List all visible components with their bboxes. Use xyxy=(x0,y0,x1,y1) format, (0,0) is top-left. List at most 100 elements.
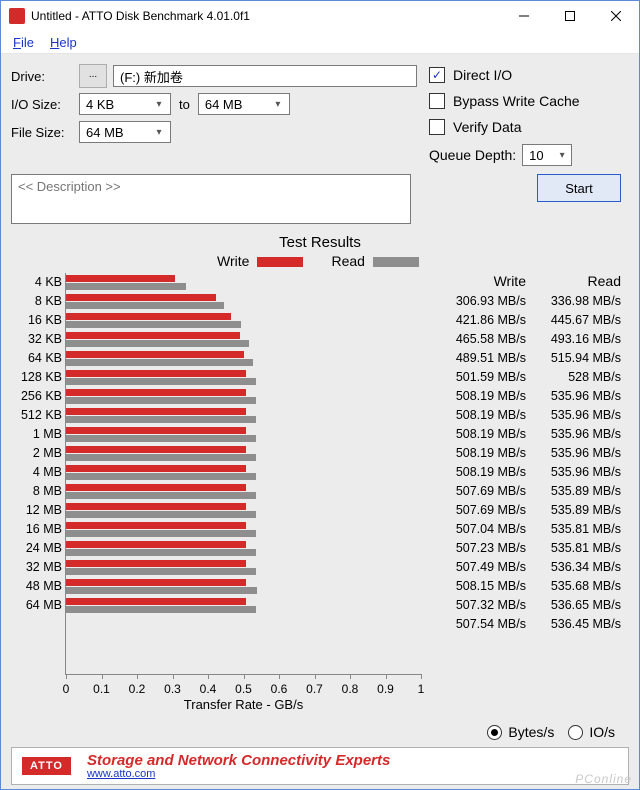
read-bar xyxy=(66,321,241,328)
queue-depth-combo[interactable]: 10 ▾ xyxy=(522,144,572,166)
value-row: 507.69 MB/s535.89 MB/s xyxy=(431,500,621,519)
read-value: 535.96 MB/s xyxy=(526,408,621,422)
write-value: 507.69 MB/s xyxy=(431,503,526,517)
description-input[interactable] xyxy=(11,174,411,224)
value-row: 507.49 MB/s536.34 MB/s xyxy=(431,557,621,576)
read-value: 445.67 MB/s xyxy=(526,313,621,327)
value-row: 489.51 MB/s515.94 MB/s xyxy=(431,348,621,367)
chart-row: 32 MB xyxy=(66,558,421,577)
x-tick-label: 0.1 xyxy=(90,682,114,696)
checkbox-icon xyxy=(429,119,445,135)
read-value: 493.16 MB/s xyxy=(526,332,621,346)
write-bar xyxy=(66,522,246,529)
brand-banner[interactable]: ATTO Storage and Network Connectivity Ex… xyxy=(11,747,629,785)
units-bytes-radio[interactable]: Bytes/s xyxy=(487,724,554,740)
x-tick-label: 0.2 xyxy=(125,682,149,696)
write-value: 465.58 MB/s xyxy=(431,332,526,346)
value-row: 507.32 MB/s536.65 MB/s xyxy=(431,595,621,614)
chevron-down-icon: ▾ xyxy=(152,127,166,138)
value-row: 501.59 MB/s528 MB/s xyxy=(431,367,621,386)
write-value: 508.19 MB/s xyxy=(431,465,526,479)
read-value: 535.81 MB/s xyxy=(526,541,621,555)
col-header-read: Read xyxy=(526,273,621,289)
value-row: 465.58 MB/s493.16 MB/s xyxy=(431,329,621,348)
write-value: 507.32 MB/s xyxy=(431,598,526,612)
write-bar xyxy=(66,465,246,472)
chart-row-label: 16 KB xyxy=(14,311,62,330)
iosize-to-combo[interactable]: 64 MB ▾ xyxy=(198,93,290,115)
start-button[interactable]: Start xyxy=(537,174,621,202)
write-bar xyxy=(66,275,175,282)
read-bar xyxy=(66,492,256,499)
value-row: 306.93 MB/s336.98 MB/s xyxy=(431,291,621,310)
read-bar xyxy=(66,454,256,461)
read-bar xyxy=(66,283,186,290)
read-bar xyxy=(66,397,256,404)
read-bar xyxy=(66,435,256,442)
chart-row: 16 MB xyxy=(66,520,421,539)
chart-row-label: 16 MB xyxy=(14,520,62,539)
close-button[interactable] xyxy=(593,1,639,31)
read-value: 535.96 MB/s xyxy=(526,389,621,403)
write-value: 507.23 MB/s xyxy=(431,541,526,555)
write-bar xyxy=(66,446,246,453)
read-value: 536.34 MB/s xyxy=(526,560,621,574)
value-row: 507.23 MB/s535.81 MB/s xyxy=(431,538,621,557)
chart-row: 4 MB xyxy=(66,463,421,482)
write-bar xyxy=(66,351,244,358)
read-bar xyxy=(66,378,256,385)
chart-row-label: 256 KB xyxy=(14,387,62,406)
chart-row-label: 8 MB xyxy=(14,482,62,501)
chart-row: 12 MB xyxy=(66,501,421,520)
read-value: 535.96 MB/s xyxy=(526,427,621,441)
read-bar xyxy=(66,359,253,366)
chart-row: 8 KB xyxy=(66,292,421,311)
iosize-label: I/O Size: xyxy=(11,97,79,112)
browse-button[interactable]: ... xyxy=(79,64,107,88)
minimize-button[interactable] xyxy=(501,1,547,31)
write-bar xyxy=(66,313,231,320)
value-row: 507.04 MB/s535.81 MB/s xyxy=(431,519,621,538)
value-row: 508.19 MB/s535.96 MB/s xyxy=(431,424,621,443)
menu-file[interactable]: File xyxy=(5,33,42,52)
write-bar xyxy=(66,579,246,586)
write-value: 507.49 MB/s xyxy=(431,560,526,574)
watermark: PConline xyxy=(575,772,632,786)
bypass-checkbox[interactable]: Bypass Write Cache xyxy=(429,88,629,114)
write-value: 508.15 MB/s xyxy=(431,579,526,593)
chart-row-label: 12 MB xyxy=(14,501,62,520)
read-value: 535.89 MB/s xyxy=(526,503,621,517)
window-title: Untitled - ATTO Disk Benchmark 4.01.0f1 xyxy=(31,9,250,23)
chart-row-label: 1 MB xyxy=(14,425,62,444)
x-tick-label: 0.5 xyxy=(232,682,256,696)
write-value: 489.51 MB/s xyxy=(431,351,526,365)
chart-row: 64 KB xyxy=(66,349,421,368)
verify-checkbox[interactable]: Verify Data xyxy=(429,114,629,140)
iosize-from-combo[interactable]: 4 KB ▾ xyxy=(79,93,171,115)
write-bar xyxy=(66,427,246,434)
chart-row: 32 KB xyxy=(66,330,421,349)
menu-help[interactable]: Help xyxy=(42,33,85,52)
filesize-combo[interactable]: 64 MB ▾ xyxy=(79,121,171,143)
read-value: 515.94 MB/s xyxy=(526,351,621,365)
drive-combo[interactable]: (F:) 新加卷 xyxy=(113,65,417,87)
radio-checked-icon xyxy=(487,725,502,740)
chart-row: 48 MB xyxy=(66,577,421,596)
units-ios-radio[interactable]: IO/s xyxy=(568,724,615,740)
queue-depth-label: Queue Depth: xyxy=(429,147,516,163)
chart-row-label: 8 KB xyxy=(14,292,62,311)
chart-row: 16 KB xyxy=(66,311,421,330)
write-bar xyxy=(66,389,246,396)
iosize-to-label: to xyxy=(179,97,190,112)
maximize-button[interactable] xyxy=(547,1,593,31)
read-value: 535.96 MB/s xyxy=(526,446,621,460)
write-bar xyxy=(66,332,240,339)
read-bar xyxy=(66,530,256,537)
radio-icon xyxy=(568,725,583,740)
chart-row-label: 2 MB xyxy=(14,444,62,463)
chart-row-label: 32 KB xyxy=(14,330,62,349)
read-value: 528 MB/s xyxy=(526,370,621,384)
direct-io-checkbox[interactable]: ✓ Direct I/O xyxy=(429,62,629,88)
read-bar xyxy=(66,511,256,518)
value-row: 508.19 MB/s535.96 MB/s xyxy=(431,386,621,405)
